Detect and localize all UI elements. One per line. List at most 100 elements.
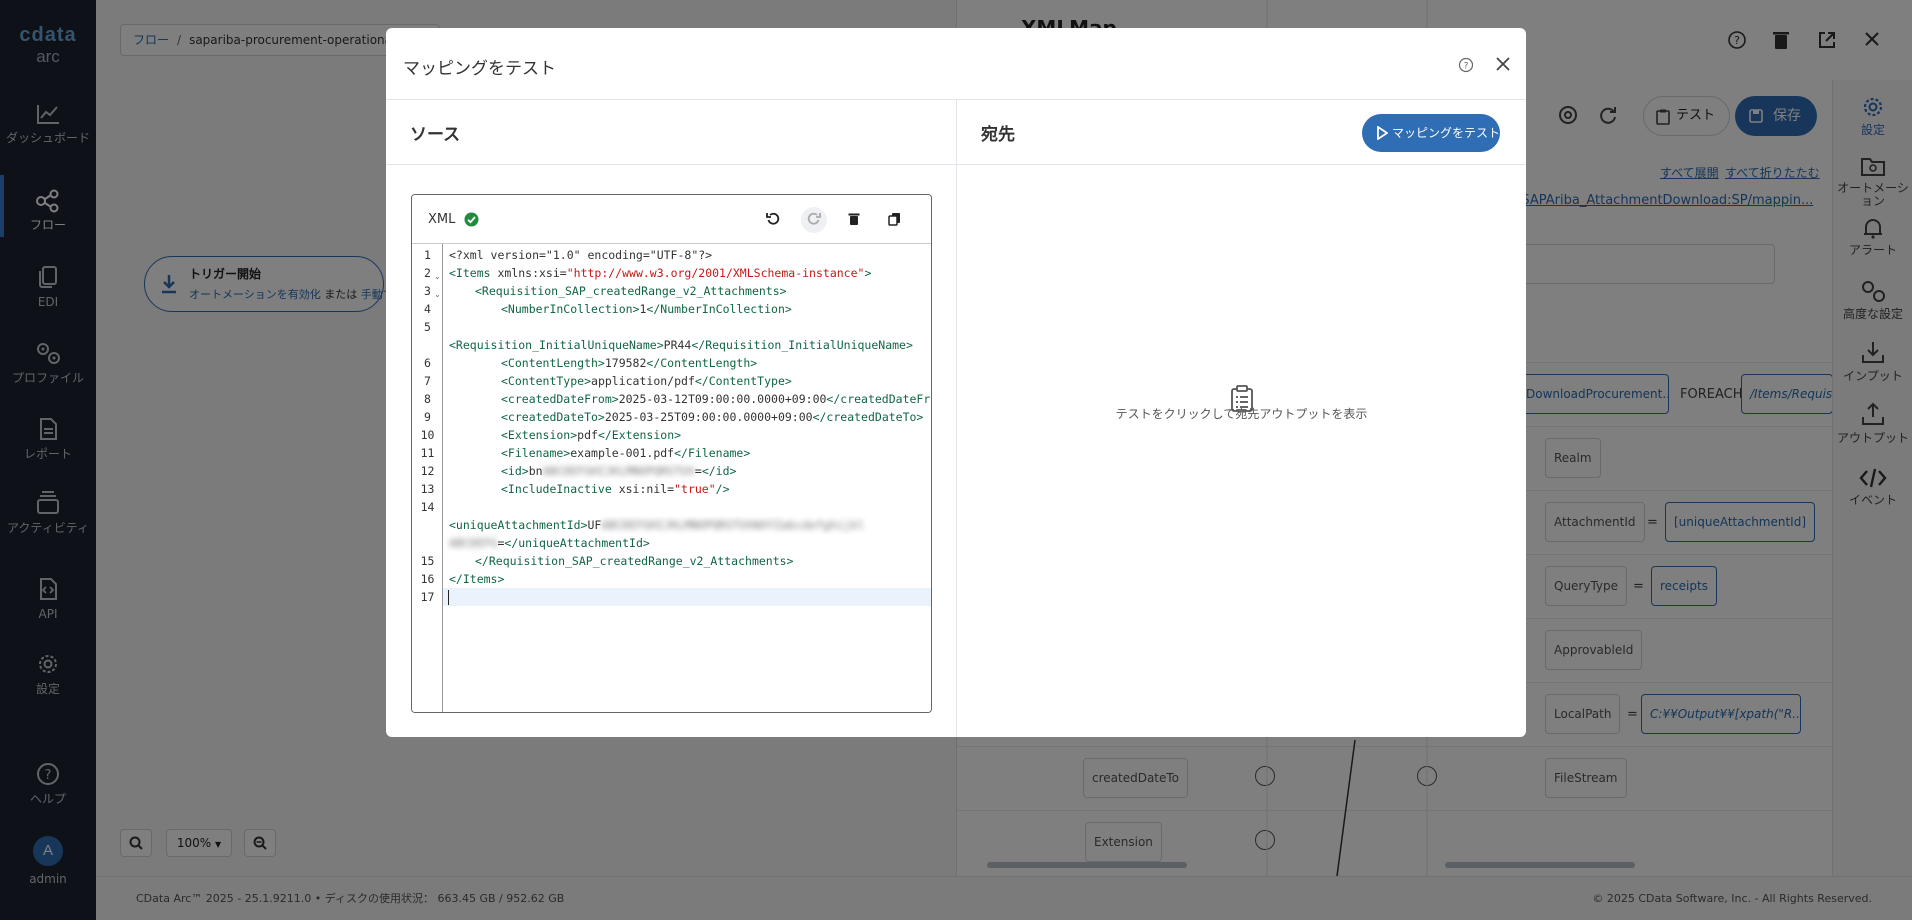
xml-tag: <ContentType> [501, 374, 592, 388]
code-line: <Extension>pdf</Extension> [501, 426, 681, 444]
code-line: <?xml version="1.0" encoding="UTF-8"?> [449, 248, 713, 262]
line-number: 5 [424, 320, 431, 334]
undo-button[interactable] [760, 207, 786, 233]
destination-header: 宛先 マッピングをテスト [957, 100, 1526, 165]
code-line: <id>bnABCDEFGHIJKLMNOPQRSTUV=</id> [501, 462, 736, 480]
line-number: 4 [424, 302, 431, 316]
editor-language: XML [428, 212, 456, 227]
line-number: 7 [424, 374, 431, 388]
xml-tag: </createdDateTo> [812, 410, 924, 424]
xml-value: 2025-03-12T09:00:00.0000+09:00 [618, 392, 827, 406]
source-column: ソース XML 1 2 ⌄ 3 ⌄ 4 5 6 7 8 9 10 11 12 1… [386, 100, 957, 737]
dialog-title: マッピングをテスト [403, 59, 556, 79]
code-line: <ContentType>application/pdf</ContentTyp… [501, 372, 792, 390]
xml-tag: <Requisition_InitialUniqueName> [449, 338, 664, 352]
xml-value: 2025-03-25T09:00:00.0000+09:00 [604, 410, 813, 424]
xml-tag: /> [715, 482, 730, 496]
code-line: <Requisition_SAP_createdRange_v2_Attachm… [475, 282, 787, 300]
line-number-gutter: 1 2 ⌄ 3 ⌄ 4 5 6 7 8 9 10 11 12 13 14 15 … [412, 244, 443, 712]
xml-tag: </NumberInCollection> [646, 302, 792, 316]
run-mapping-test-button[interactable]: マッピングをテスト [1362, 114, 1500, 152]
code-line: <Filename>example-001.pdf</Filename> [501, 444, 750, 462]
xml-tag: > [864, 266, 872, 280]
dialog-header: マッピングをテスト ? [386, 28, 1526, 100]
redacted-value: ABCDEFG [449, 536, 498, 550]
line-number: 13 [420, 482, 435, 496]
xml-tag: </ContentType> [694, 374, 792, 388]
destination-title: 宛先 [981, 125, 1015, 145]
xml-string: "true" [674, 482, 716, 496]
code-line: </Items> [449, 570, 504, 588]
trash-icon [848, 213, 860, 225]
xml-tag: <NumberInCollection> [501, 302, 640, 316]
code-line: <createdDateFrom>2025-03-12T09:00:00.000… [501, 390, 931, 408]
code-line: <createdDateTo>2025-03-25T09:00:00.0000+… [501, 408, 923, 426]
xml-value: PR44 [663, 338, 692, 352]
redacted-value: ABCDEFGHIJKLMNOPQRSTUVWXYZabcdefghijkl [601, 518, 865, 532]
code-line: <Items xmlns:xsi="http://www.w3.org/2001… [449, 264, 871, 282]
line-number: 12 [420, 464, 435, 478]
line-number: 1 [424, 248, 431, 262]
line-number: 9 [424, 410, 431, 424]
xml-value: = [694, 464, 702, 478]
code-line: <ContentLength>179582</ContentLength> [501, 354, 757, 372]
source-header: ソース [386, 100, 956, 165]
line-number: 17 [420, 590, 435, 604]
line-number: 10 [420, 428, 435, 442]
xml-attr: xsi:nil= [611, 482, 675, 496]
code-line: <uniqueAttachmentId>UFABCDEFGHIJKLMNOPQR… [449, 516, 931, 534]
redacted-value: ABCDEFGHIJKLMNOPQRSTUV [542, 464, 695, 478]
xml-tag: <createdDateTo> [501, 410, 605, 424]
line-number: 11 [420, 446, 435, 460]
xml-value: application/pdf [591, 374, 695, 388]
xml-tag: </uniqueAttachmentId> [504, 536, 650, 550]
clear-button[interactable] [841, 207, 867, 233]
current-line-highlight [443, 588, 931, 606]
line-number: 15 [420, 554, 435, 568]
close-icon[interactable] [1494, 55, 1512, 73]
xml-tag: <IncludeInactive [501, 482, 612, 496]
check-circle-icon [464, 212, 479, 227]
line-number: 14 [420, 500, 435, 514]
xml-value: bn [528, 464, 543, 478]
destination-column: 宛先 マッピングをテスト テストをクリックして宛先アウトプットを表示 [957, 100, 1526, 737]
test-mapping-dialog: マッピングをテスト ? ソース XML 1 2 ⌄ 3 ⌄ 4 5 6 7 8 … [386, 28, 1526, 737]
code-line: ABCDEFG=</uniqueAttachmentId> [449, 534, 650, 552]
xml-tag: </Extension> [597, 428, 682, 442]
xml-tag: <Extension> [501, 428, 578, 442]
xml-value: UF [587, 518, 602, 532]
xml-tag: </Items> [449, 572, 505, 586]
xml-tag: </id> [701, 464, 737, 478]
xml-tag: <Items [449, 266, 491, 280]
redo-icon [807, 212, 821, 225]
copy-button[interactable] [881, 207, 907, 233]
xml-value: pdf [577, 428, 598, 442]
xml-tag: <uniqueAttachmentId> [449, 518, 588, 532]
code-line: <NumberInCollection>1</NumberInCollectio… [501, 300, 792, 318]
xml-string: "http://www.w3.org/2001/XMLSchema-instan… [566, 266, 865, 280]
xml-editor: XML 1 2 ⌄ 3 ⌄ 4 5 6 7 8 9 10 11 12 13 14… [411, 194, 932, 713]
svg-text:?: ? [1464, 62, 1469, 72]
redo-button[interactable] [801, 207, 827, 233]
xml-tag: <createdDateFrom> [501, 392, 619, 406]
xml-tag: </Requisition_InitialUniqueName> [691, 338, 913, 352]
undo-icon [766, 212, 780, 225]
play-icon [1377, 126, 1388, 140]
xml-tag: </Filename> [674, 446, 751, 460]
line-number: 16 [420, 572, 435, 586]
xml-tag: <Filename> [501, 446, 571, 460]
editor-toolbar: XML [412, 195, 931, 244]
code-editor-textarea[interactable]: <?xml version="1.0" encoding="UTF-8"?> <… [443, 244, 931, 712]
help-icon[interactable]: ? [1458, 57, 1474, 73]
xml-tag: <id> [501, 464, 529, 478]
xml-attr: xmlns:xsi= [490, 266, 567, 280]
empty-output-message: テストをクリックして宛先アウトプットを表示 [1115, 407, 1368, 421]
line-number: 8 [424, 392, 431, 406]
xml-tag: <ContentLength> [501, 356, 605, 370]
fold-arrow-icon[interactable]: ⌄ [434, 272, 441, 281]
fold-arrow-icon[interactable]: ⌄ [434, 290, 441, 299]
source-title: ソース [410, 125, 461, 145]
xml-tag: </Requisition_SAP_createdRange_v2_Attach… [475, 554, 794, 568]
xml-value: 179582 [604, 356, 647, 370]
xml-tag: <Requisition_SAP_createdRange_v2_Attachm… [475, 284, 787, 298]
